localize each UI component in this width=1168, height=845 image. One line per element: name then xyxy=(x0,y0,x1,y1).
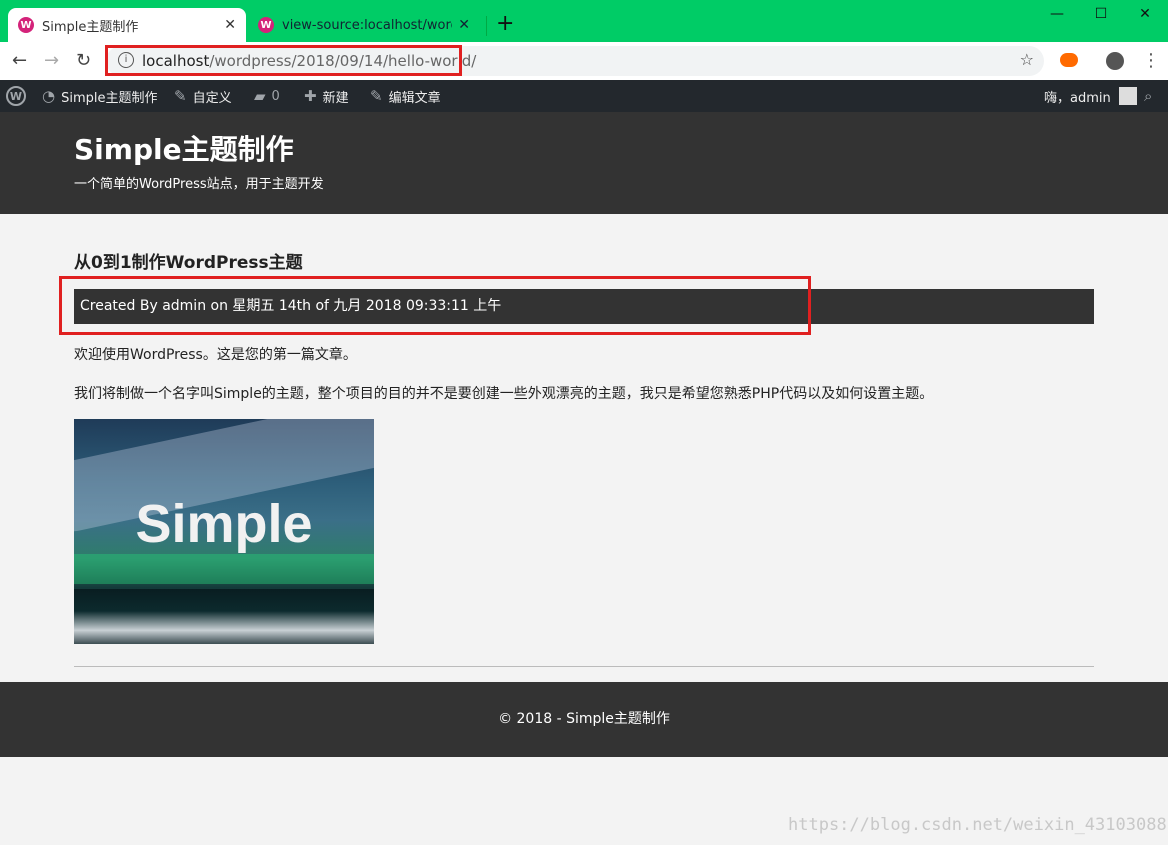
wordpress-favicon-icon: W xyxy=(18,17,34,33)
footer-text: © 2018 - Simple主题制作 xyxy=(498,711,670,727)
tab-title: Simple主题制作 xyxy=(42,19,139,35)
admin-account[interactable]: 嗨，admin xyxy=(1044,80,1137,112)
landscape xyxy=(74,589,374,644)
aurora-glow xyxy=(74,554,374,584)
comment-icon: ▰ xyxy=(254,87,266,105)
featured-image: Simple xyxy=(74,419,374,644)
admin-site-name-label: Simple主题制作 xyxy=(61,90,158,106)
tab-simple[interactable]: W Simple主题制作 ✕ xyxy=(8,8,246,42)
extension-icon[interactable] xyxy=(1060,53,1078,67)
post-title[interactable]: 从0到1制作WordPress主题 xyxy=(74,248,303,273)
wordpress-favicon-icon: W xyxy=(258,17,274,33)
admin-edit-post-label: 编辑文章 xyxy=(388,90,441,106)
close-window-button[interactable]: ✕ xyxy=(1122,6,1168,22)
wp-admin-bar: W ◔ Simple主题制作 ✎ 自定义 ▰ 0 ✚ 新建 ✎ 编辑文章 嗨，a… xyxy=(0,80,1168,112)
post-paragraph: 我们将制做一个名字叫Simple的主题，整个项目的目的并不是要创建一些外观漂亮的… xyxy=(74,386,934,402)
admin-new-label: 新建 xyxy=(322,90,349,106)
bookmark-star-icon[interactable]: ☆ xyxy=(1020,50,1034,69)
admin-greeting: 嗨，admin xyxy=(1044,90,1111,106)
tab-view-source[interactable]: W view-source:localhost/wordpress ✕ xyxy=(248,8,480,42)
admin-search[interactable]: ⌕ xyxy=(1144,80,1158,112)
maximize-button[interactable]: ☐ xyxy=(1078,6,1124,22)
wordpress-logo-icon: W xyxy=(6,86,26,106)
admin-site-name[interactable]: ◔ Simple主题制作 xyxy=(42,80,157,112)
new-tab-button[interactable]: + xyxy=(496,12,514,36)
close-tab-icon[interactable]: ✕ xyxy=(458,17,470,33)
admin-customize[interactable]: ✎ 自定义 xyxy=(174,80,232,112)
site-footer: © 2018 - Simple主题制作 xyxy=(0,682,1168,757)
comments-count: 0 xyxy=(271,88,280,104)
admin-edit-post[interactable]: ✎ 编辑文章 xyxy=(370,80,441,112)
dashboard-icon: ◔ xyxy=(42,87,56,105)
site-header: Simple主题制作 一个简单的WordPress站点，用于主题开发 xyxy=(0,112,1168,214)
wp-logo-menu[interactable]: W xyxy=(6,80,26,112)
tab-strip: W Simple主题制作 ✕ W view-source:localhost/w… xyxy=(0,0,1168,42)
back-arrow-icon[interactable]: ← xyxy=(12,50,27,71)
avatar xyxy=(1118,87,1137,105)
site-title[interactable]: Simple主题制作 xyxy=(74,128,294,168)
image-text: Simple xyxy=(135,494,313,554)
url-highlight-box xyxy=(105,45,462,76)
menu-dots-icon[interactable]: ⋮ xyxy=(1142,50,1160,71)
profile-icon[interactable] xyxy=(1106,52,1124,70)
content-divider xyxy=(74,666,1094,667)
tab-title: view-source:localhost/wordpress xyxy=(282,17,452,33)
tab-divider xyxy=(486,16,487,36)
watermark: https://blog.csdn.net/weixin_43103088 xyxy=(788,815,1167,835)
post-paragraph: 欢迎使用WordPress。这是您的第一篇文章。 xyxy=(74,347,357,363)
forward-arrow-icon[interactable]: → xyxy=(44,50,59,71)
reload-icon[interactable]: ↻ xyxy=(76,50,91,71)
plus-icon: ✚ xyxy=(304,87,317,105)
brush-icon: ✎ xyxy=(174,87,187,105)
admin-new[interactable]: ✚ 新建 xyxy=(304,80,349,112)
close-tab-icon[interactable]: ✕ xyxy=(224,17,236,33)
minimize-button[interactable]: — xyxy=(1034,6,1080,22)
search-icon: ⌕ xyxy=(1144,87,1153,105)
admin-comments[interactable]: ▰ 0 xyxy=(254,80,280,112)
pencil-icon: ✎ xyxy=(370,87,383,105)
admin-customize-label: 自定义 xyxy=(192,90,232,106)
meta-highlight-box xyxy=(59,276,811,335)
site-description: 一个简单的WordPress站点，用于主题开发 xyxy=(74,177,324,192)
